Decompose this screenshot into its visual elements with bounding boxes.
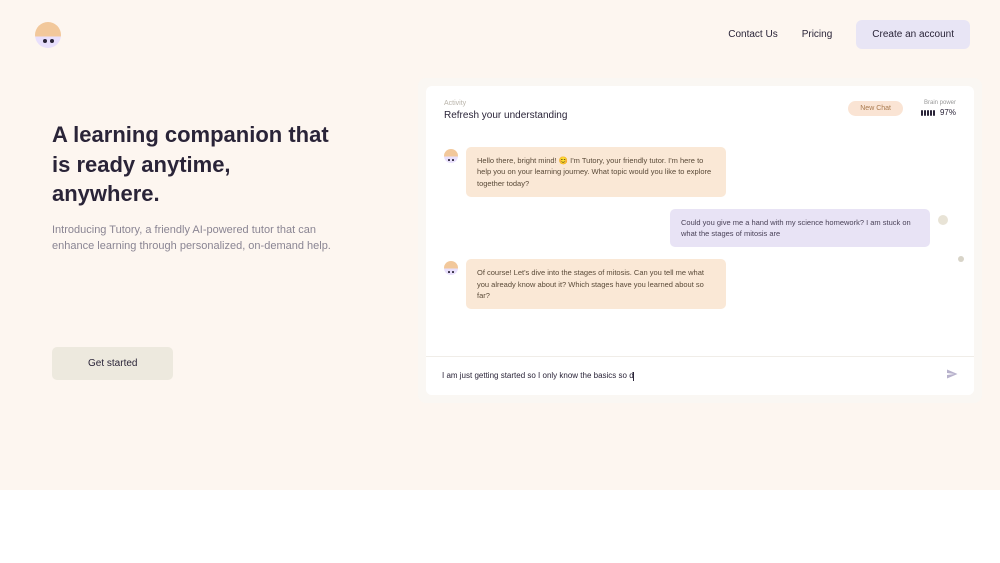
message-bubble: Hello there, bright mind! 😊 I'm Tutory, …	[466, 147, 726, 197]
hero-subtitle: Introducing Tutory, a friendly AI-powere…	[52, 223, 342, 255]
get-started-button[interactable]: Get started	[52, 347, 173, 380]
message-bubble: Of course! Let's dive into the stages of…	[466, 259, 726, 309]
activity-label: Activity	[444, 100, 567, 107]
hero: A learning companion that is ready anyti…	[52, 120, 342, 255]
brain-power-label: Brain power	[921, 100, 956, 106]
chat-input[interactable]: I am just getting started so I only know…	[442, 371, 946, 380]
header: Contact Us Pricing Create an account	[0, 0, 1000, 49]
chat-header: Activity Refresh your understanding New …	[444, 100, 956, 121]
app-preview: Activity Refresh your understanding New …	[418, 78, 982, 403]
activity-title: Refresh your understanding	[444, 110, 567, 121]
nav-pricing[interactable]: Pricing	[802, 29, 833, 40]
brain-bars-icon	[921, 110, 935, 116]
message-bubble: Could you give me a hand with my science…	[670, 209, 930, 248]
nav: Contact Us Pricing Create an account	[728, 20, 970, 49]
messages: Hello there, bright mind! 😊 I'm Tutory, …	[444, 147, 956, 309]
message-ai: Hello there, bright mind! 😊 I'm Tutory, …	[444, 147, 956, 197]
new-chat-button[interactable]: New Chat	[848, 101, 903, 116]
message-ai: Of course! Let's dive into the stages of…	[444, 259, 956, 309]
create-account-button[interactable]: Create an account	[856, 20, 970, 49]
user-avatar-icon	[938, 215, 948, 225]
nav-contact[interactable]: Contact Us	[728, 29, 777, 40]
scroll-indicator	[958, 256, 964, 262]
brain-power: Brain power 97%	[921, 100, 956, 117]
chat-panel: Activity Refresh your understanding New …	[426, 86, 974, 395]
hero-title: A learning companion that is ready anyti…	[52, 120, 342, 209]
send-icon[interactable]	[946, 367, 958, 385]
message-user: Could you give me a hand with my science…	[444, 209, 956, 248]
logo[interactable]	[35, 22, 61, 48]
tutor-avatar-icon	[444, 261, 458, 275]
brain-power-value: 97%	[940, 108, 956, 117]
chat-input-bar: I am just getting started so I only know…	[426, 356, 974, 395]
tutor-avatar-icon	[444, 149, 458, 163]
